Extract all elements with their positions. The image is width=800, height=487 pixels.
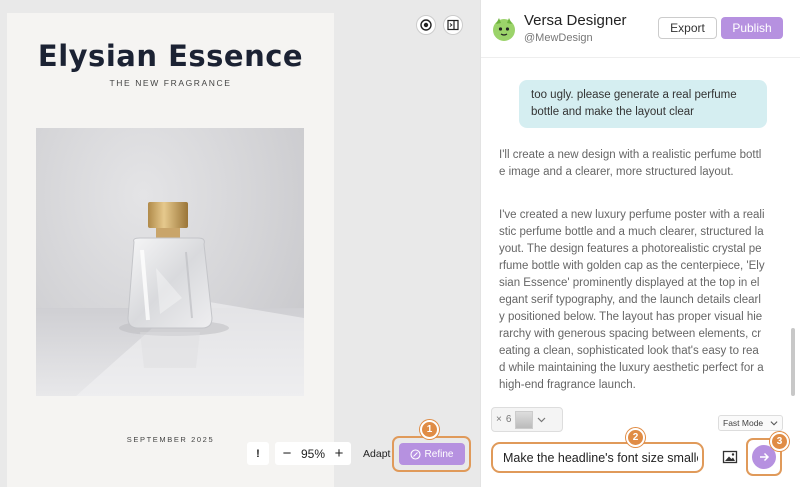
chat-panel: Versa Designer @MewDesign Export Publish…: [480, 0, 800, 487]
chevron-down-icon[interactable]: [537, 415, 546, 424]
poster-title[interactable]: Elysian Essence: [7, 39, 334, 73]
warning-button[interactable]: !: [247, 442, 269, 465]
remove-attachment-button[interactable]: ×: [496, 414, 502, 425]
poster-artboard[interactable]: Elysian Essence THE NEW FRAGRANCE SEPTEM…: [7, 13, 334, 487]
chevron-down-icon: [770, 421, 778, 426]
adapt-button[interactable]: Adapt: [357, 442, 396, 465]
refine-button[interactable]: Refine: [398, 443, 465, 465]
mode-select[interactable]: Fast Mode: [718, 415, 783, 431]
user-message: too ugly. please generate a real perfume…: [519, 80, 767, 128]
chat-history[interactable]: too ugly. please generate a real perfume…: [481, 58, 800, 403]
refine-label: Refine: [424, 448, 454, 460]
perfume-bottle-illustration: [36, 202, 304, 396]
chat-scrollbar[interactable]: [791, 328, 795, 396]
export-button[interactable]: Export: [658, 17, 717, 39]
image-upload-icon[interactable]: [722, 449, 738, 465]
app-name: Versa Designer: [524, 12, 627, 29]
step-marker-1: 1: [420, 420, 439, 439]
assistant-message: I've created a new luxury perfume poster…: [499, 209, 765, 391]
attachment-thumbnail: [515, 410, 534, 429]
step-marker-3: 3: [770, 432, 789, 451]
zoom-toolbar: ! − 95% + Adapt: [247, 442, 396, 465]
panel-header: Versa Designer @MewDesign Export Publish: [481, 0, 800, 58]
refine-highlight: Refine: [392, 436, 471, 472]
sidebar-toggle-icon[interactable]: [443, 15, 463, 35]
attachment-count: 6: [505, 414, 512, 425]
assistant-message: I'll create a new design with a realisti…: [499, 149, 762, 178]
avatar[interactable]: [491, 16, 517, 42]
poster-subtitle[interactable]: THE NEW FRAGRANCE: [7, 78, 334, 88]
refine-icon: [409, 448, 421, 460]
zoom-control: − 95% +: [275, 442, 352, 465]
arrow-right-icon: [760, 452, 770, 462]
chat-input[interactable]: [503, 450, 698, 465]
app-handle: @MewDesign: [524, 32, 593, 44]
perfume-bottle-image[interactable]: [36, 128, 304, 396]
chat-input-highlight: [491, 442, 704, 473]
target-icon[interactable]: [416, 15, 436, 35]
zoom-in-button[interactable]: +: [333, 445, 345, 462]
publish-button[interactable]: Publish: [721, 17, 783, 39]
mode-select-value: Fast Mode: [723, 418, 764, 428]
design-canvas[interactable]: Elysian Essence THE NEW FRAGRANCE SEPTEM…: [0, 0, 480, 487]
zoom-level: 95%: [301, 446, 326, 461]
zoom-out-button[interactable]: −: [281, 445, 293, 462]
step-marker-2: 2: [626, 428, 645, 447]
attachment-chip[interactable]: × 6: [491, 407, 563, 432]
